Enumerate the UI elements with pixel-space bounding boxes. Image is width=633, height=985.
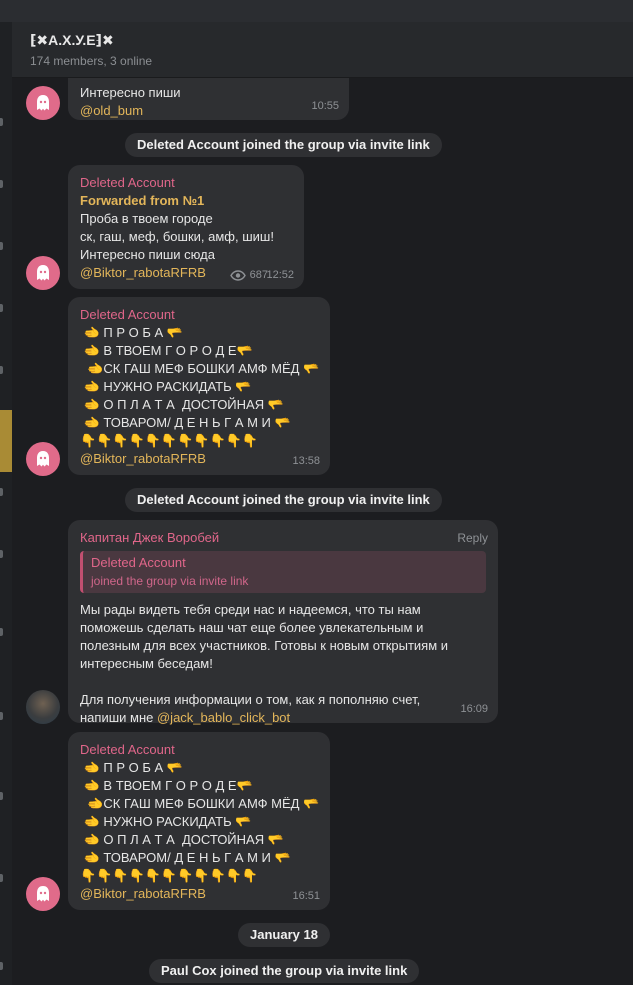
message-text: 🫲 В ТВОЕМ Г О Р О Д Е🫳 — [80, 778, 253, 793]
window-top-bar — [0, 0, 633, 22]
message-text: Проба в твоем городе — [80, 211, 213, 226]
message-list[interactable]: Интересно пиши @old_bum 10:55 Deleted Ac… — [12, 78, 633, 985]
message-time: 16:51 — [292, 890, 320, 902]
unread-marker — [0, 118, 3, 126]
ghost-icon[interactable] — [26, 442, 60, 476]
sender-name[interactable]: Deleted Account — [80, 174, 292, 192]
message-text: 🫲СК ГАШ МЕФ БОШКИ АМФ МЁД 🫳 — [80, 796, 320, 811]
view-count: 687 — [229, 266, 268, 284]
view-count-value: 687 — [249, 269, 268, 281]
message-bubble[interactable]: Deleted Account 🫲 П Р О Б А 🫳 🫲 В ТВОЕМ … — [68, 297, 330, 475]
unread-marker — [0, 366, 3, 374]
message-text: напиши мне — [80, 710, 157, 725]
message-text: 🫲СК ГАШ МЕФ БОШКИ АМФ МЁД 🫳 — [80, 361, 320, 376]
message-time: 12:52 — [266, 269, 294, 281]
message-time: 13:58 — [292, 455, 320, 467]
message-bubble[interactable]: Deleted Account 🫲 П Р О Б А 🫳 🫲 В ТВОЕМ … — [68, 732, 330, 910]
eye-icon — [229, 269, 246, 281]
sender-name[interactable]: Deleted Account — [80, 306, 318, 324]
service-message: Deleted Account joined the group via inv… — [125, 488, 442, 512]
username-link[interactable]: @Biktor_rabotaRFRB — [80, 885, 318, 903]
message-text: Мы рады видеть тебя среди нас и надеемся… — [80, 602, 421, 617]
message-bubble[interactable]: Deleted Account Forwarded from №1 Проба … — [68, 165, 304, 289]
message-text: 👇👇👇👇👇👇👇👇👇👇👇 — [80, 868, 259, 883]
chat-list-sidebar[interactable] — [0, 22, 12, 985]
username-link[interactable]: @Biktor_rabotaRFRB — [80, 450, 318, 468]
message-bubble[interactable]: Капитан Джек Воробей Reply Deleted Accou… — [68, 520, 498, 725]
ghost-icon[interactable] — [26, 86, 60, 120]
message-text: Интересно пиши сюда — [80, 247, 215, 262]
chat-member-count: 174 members, 3 online — [30, 54, 153, 68]
chat-header[interactable]: ⁅✖А.Х.У.Е⁆✖ 174 members, 3 online — [12, 22, 633, 78]
message-text: 🫲 НУЖНО РАСКИДАТЬ 🫳 — [80, 379, 252, 394]
message-text: 🫲 О П Л А Т А ДОСТОЙНАЯ 🫳 — [80, 832, 284, 847]
message-text: 🫲 В ТВОЕМ Г О Р О Д Е🫳 — [80, 343, 253, 358]
username-link[interactable]: @old_bum — [80, 102, 337, 120]
message-text: поможешь сделать наш чат еще более увлек… — [80, 620, 424, 635]
message-text: Для получения информации о том, как я по… — [80, 692, 421, 707]
message-text: 🫲 НУЖНО РАСКИДАТЬ 🫳 — [80, 814, 252, 829]
message-text: 🫲 ТОВАРОМ/ Д Е Н Ь Г А М И 🫳 — [80, 415, 291, 430]
chat-title: ⁅✖А.Х.У.Е⁆✖ — [30, 32, 114, 48]
message-text: ск, гаш, меф, бошки, амф, шиш! — [80, 229, 274, 244]
message-text: Интересно пиши — [80, 85, 181, 100]
message-text: полезным для всех участников. Готовы к н… — [80, 638, 449, 653]
unread-marker — [0, 962, 3, 970]
service-message: Deleted Account joined the group via inv… — [125, 133, 442, 157]
sender-name[interactable]: Капитан Джек Воробей — [80, 529, 486, 547]
unread-marker — [0, 488, 3, 496]
user-avatar[interactable] — [26, 690, 60, 724]
ghost-icon[interactable] — [26, 877, 60, 911]
message-time: 16:09 — [460, 703, 488, 715]
unread-marker — [0, 242, 3, 250]
quote-sender: Deleted Account — [91, 555, 186, 570]
unread-marker — [0, 304, 3, 312]
active-chat-indicator — [0, 410, 12, 472]
message-text: интересным беседам! — [80, 656, 213, 671]
message-time: 10:55 — [311, 100, 339, 112]
unread-marker — [0, 628, 3, 636]
unread-marker — [0, 712, 3, 720]
message-text: 🫲 П Р О Б А 🫳 — [80, 760, 183, 775]
unread-marker — [0, 180, 3, 188]
message-text: 🫲 ТОВАРОМ/ Д Е Н Ь Г А М И 🫳 — [80, 850, 291, 865]
unread-marker — [0, 792, 3, 800]
quote-text: joined the group via invite link — [91, 574, 249, 588]
unread-marker — [0, 550, 3, 558]
date-separator: January 18 — [238, 923, 330, 947]
sender-name[interactable]: Deleted Account — [80, 741, 318, 759]
unread-marker — [0, 874, 3, 882]
message-text: 👇👇👇👇👇👇👇👇👇👇👇 — [80, 433, 259, 448]
ghost-icon[interactable] — [26, 256, 60, 290]
service-message: Paul Cox joined the group via invite lin… — [149, 959, 420, 983]
bot-link[interactable]: @jack_bablo_click_bot — [157, 710, 290, 725]
message-bubble[interactable]: Интересно пиши @old_bum 10:55 — [68, 78, 349, 120]
reply-quote[interactable]: Deleted Account joined the group via inv… — [80, 551, 486, 593]
reply-button[interactable]: Reply — [457, 529, 488, 547]
message-text — [80, 673, 486, 691]
forwarded-from[interactable]: Forwarded from №1 — [80, 192, 292, 210]
message-text: 🫲 П Р О Б А 🫳 — [80, 325, 183, 340]
message-text: 🫲 О П Л А Т А ДОСТОЙНАЯ 🫳 — [80, 397, 284, 412]
